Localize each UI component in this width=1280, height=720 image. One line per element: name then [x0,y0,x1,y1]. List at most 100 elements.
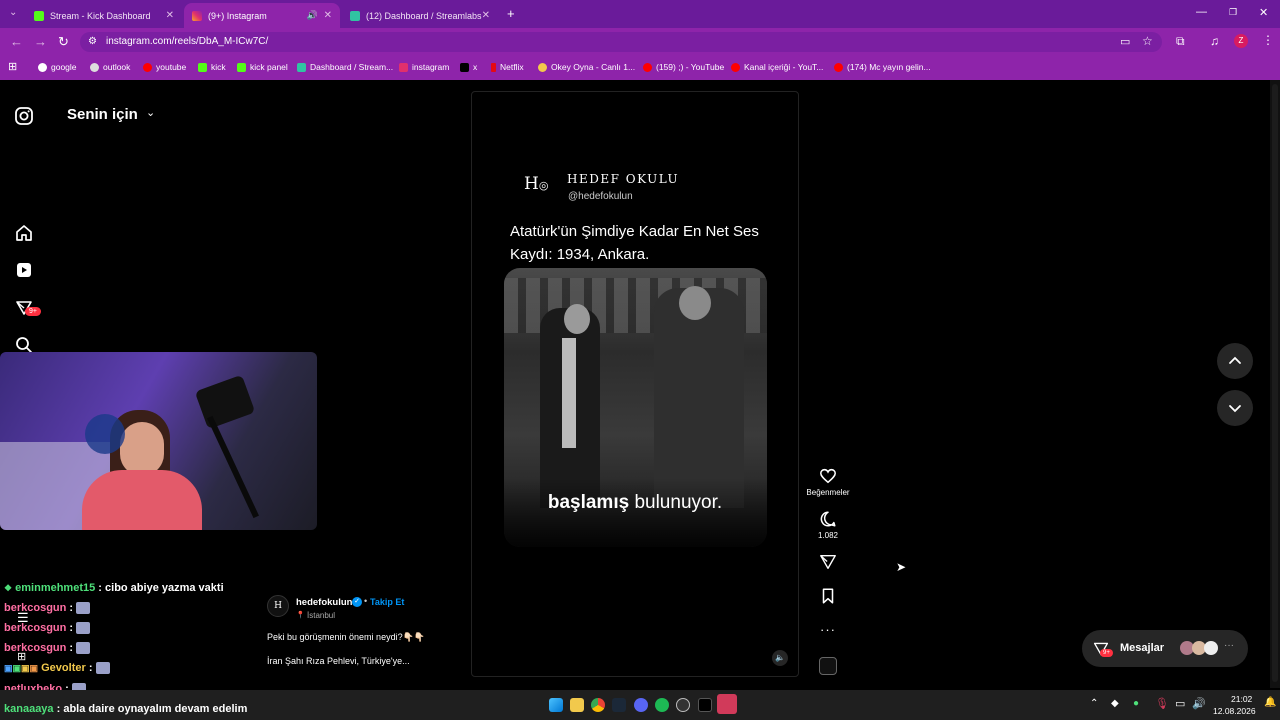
tray-steam-icon[interactable]: ◆ [1111,698,1119,709]
close-tab-icon[interactable]: ✕ [482,10,490,21]
menu-kebab-icon[interactable]: ⋮ [1262,33,1274,47]
caption-line-2[interactable]: İran Şahı Rıza Pehlevi, Türkiye'ye... [267,656,410,666]
network-icon[interactable]: ▭ [1175,697,1185,710]
bookmark-youtube-159[interactable]: (159) ;) - YouTube [643,62,724,72]
speaker-icon[interactable]: 🔊 [307,10,318,21]
clock-date[interactable]: 12.08.2026 [1213,706,1256,716]
discord-icon[interactable] [634,698,648,712]
close-tab-icon[interactable]: ✕ [324,10,332,21]
url-text[interactable]: instagram.com/reels/DbA_M-ICw7C/ [106,36,268,47]
bookmark-kanal-icerigi[interactable]: Kanal içeriği - YouT... [731,62,823,72]
tab-kick-dashboard[interactable]: Stream - Kick Dashboard ✕ [26,3,182,28]
restore-icon[interactable]: ❐ [1229,7,1237,18]
notification-bell-icon[interactable]: 🔔 [1264,697,1276,708]
volume-tray-icon[interactable]: 🔊 [1192,697,1206,710]
back-arrow-icon[interactable]: ← [10,34,23,49]
page-scrollbar[interactable] [1270,80,1280,688]
tab-search-chevron-icon[interactable]: ⌄ [9,7,17,18]
cast-icon[interactable]: ▭ [1120,35,1130,48]
chat-username: eminmehmet15 [15,582,96,594]
reel-video[interactable]: H◎ HEDEF OKULU @hedefokulun Atatürk'ün Ş… [471,91,799,677]
extensions-icon[interactable]: ⧉ [1176,34,1185,49]
widgets-icon[interactable]: ⊞ [17,650,26,663]
google-icon [38,62,47,72]
bookmark-kick-panel[interactable]: kick panel [237,62,288,72]
post-location[interactable]: İstanbul [307,611,335,620]
close-window-icon[interactable]: ✕ [1259,6,1268,19]
x-app-icon[interactable] [698,698,712,712]
forward-arrow-icon[interactable]: → [34,34,47,49]
chat-text: : cibo abiye yazma vakti [98,582,224,594]
more-options-icon[interactable]: ··· [820,622,836,637]
tab-streamlabs[interactable]: (12) Dashboard / Streamlabs ✕ [342,3,498,28]
chevron-down-icon[interactable]: ⌄ [146,106,155,119]
tray-chevron-up-icon[interactable]: ⌃ [1090,698,1098,709]
messages-button[interactable]: 9+ Mesajlar ··· [1082,630,1248,667]
reel-subtitle: başlamış bulunuyor. [547,492,723,513]
streamlabs-icon [297,62,306,72]
bookmark-youtube[interactable]: youtube [143,62,186,72]
dot-separator: • [364,596,368,606]
chat-text: : [69,622,74,634]
location-pin-icon: 📍 [296,612,305,619]
bookmark-okey[interactable]: Okey Oyna - Canlı 1... [538,62,635,72]
chat-text: : [69,642,74,654]
minimize-icon[interactable]: — [1196,6,1207,18]
bookmark-star-icon[interactable]: ☆ [1142,34,1153,48]
microphone-icon[interactable]: 🎙 [1155,697,1169,710]
bookmark-outlook[interactable]: outlook [90,62,130,72]
reels-icon[interactable] [14,260,34,280]
bookmark-google[interactable]: google [38,62,77,72]
profile-avatar[interactable]: Z [1234,34,1248,48]
next-reel-button[interactable] [1217,390,1253,426]
volume-icon[interactable]: 🔈 [772,650,788,666]
feed-title[interactable]: Senin için [67,106,138,123]
chat-text: : [88,662,93,674]
heart-icon[interactable] [819,467,837,485]
close-tab-icon[interactable]: ✕ [166,10,174,21]
bookmark-kick[interactable]: kick [198,62,226,72]
save-bookmark-icon[interactable] [819,587,837,605]
emote-icon [95,662,110,675]
instagram-logo-icon[interactable] [14,106,34,126]
bookmark-streamlabs[interactable]: Dashboard / Stream... [297,62,393,72]
verified-badge-icon: ✓ [352,597,362,607]
account-avatar[interactable]: H [267,595,289,617]
chat-username: kanaaaya [4,703,54,715]
tray-app-icon[interactable]: ● [1133,698,1139,709]
more-icon: ··· [1224,640,1234,651]
bookmark-x[interactable]: x [460,62,477,72]
new-tab-plus-icon[interactable]: + [507,6,515,21]
hamburger-menu-icon[interactable]: ☰ [17,610,29,626]
previous-reel-button[interactable] [1217,343,1253,379]
bookmark-mc-yayin[interactable]: (174) Mc yayın gelin... [834,62,931,72]
windows-start-icon[interactable] [549,698,563,712]
steam-icon[interactable] [612,698,626,712]
bookmark-netflix[interactable]: Netflix [491,62,524,72]
chat-username: Gevolter [41,662,86,674]
site-info-icon[interactable]: ⚙ [88,36,97,47]
reload-icon[interactable]: ↻ [58,34,69,50]
share-icon[interactable] [819,553,837,571]
obs-icon[interactable] [676,698,690,712]
brand-name: HEDEF OKULU [567,172,680,186]
okey-icon [538,62,547,72]
account-username[interactable]: hedefokulun [296,597,352,608]
comment-icon[interactable] [819,510,837,528]
streamlabs-app-icon[interactable] [717,694,737,714]
home-icon[interactable] [14,223,34,243]
apps-grid-icon[interactable]: ⊞ [8,60,17,73]
clock-time[interactable]: 21:02 [1231,694,1252,704]
instagram-favicon-icon [192,10,202,21]
chrome-icon[interactable] [591,698,605,712]
chat-username: berkcosgun [4,602,67,614]
kick-favicon-icon [34,10,44,21]
outlook-icon [90,62,99,72]
file-explorer-icon[interactable] [570,698,584,712]
tab-instagram[interactable]: (9+) Instagram 🔊 ✕ [184,3,340,28]
spotify-icon[interactable] [655,698,669,712]
media-control-icon[interactable]: ♫ [1210,34,1219,48]
audio-thumbnail[interactable] [819,657,837,675]
bookmark-instagram[interactable]: instagram [399,62,449,72]
follow-button[interactable]: Takip Et [370,597,404,607]
